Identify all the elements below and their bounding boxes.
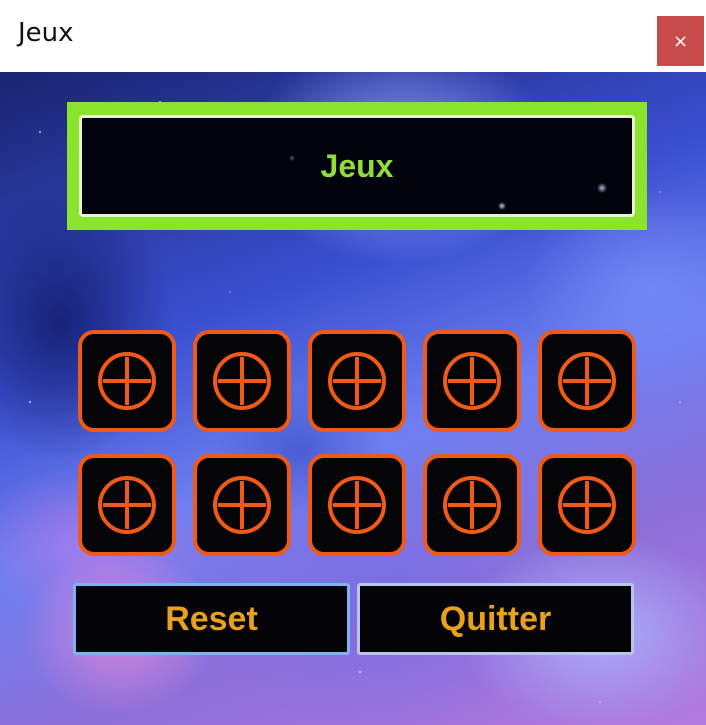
grid-cell-1-2[interactable] [193,330,291,432]
grid-cell-1-5[interactable] [538,330,636,432]
app-window: Jeux × Jeux Reset Quitter [0,0,706,725]
circled-plus-icon [98,476,156,534]
close-icon: × [672,30,689,52]
grid-cell-1-3[interactable] [308,330,406,432]
circled-plus-icon [213,352,271,410]
grid-cell-2-1[interactable] [78,454,176,556]
header-title: Jeux [320,147,394,184]
circled-plus-icon [443,352,501,410]
window-title: Jeux [18,18,74,48]
reset-button[interactable]: Reset [73,583,350,655]
grid-cell-2-2[interactable] [193,454,291,556]
grid-cell-2-5[interactable] [538,454,636,556]
header-display: Jeux [79,115,635,217]
header-panel: Jeux [67,102,647,230]
circled-plus-icon [558,476,616,534]
circled-plus-icon [558,352,616,410]
grid-cell-1-1[interactable] [78,330,176,432]
circled-plus-icon [98,352,156,410]
grid-cell-2-4[interactable] [423,454,521,556]
close-button[interactable]: × [657,16,704,66]
circled-plus-icon [328,476,386,534]
circled-plus-icon [328,352,386,410]
quit-button[interactable]: Quitter [357,583,634,655]
title-bar: Jeux × [0,0,706,72]
circled-plus-icon [213,476,271,534]
grid-cell-2-3[interactable] [308,454,406,556]
circled-plus-icon [443,476,501,534]
game-grid [78,330,636,556]
grid-cell-1-4[interactable] [423,330,521,432]
